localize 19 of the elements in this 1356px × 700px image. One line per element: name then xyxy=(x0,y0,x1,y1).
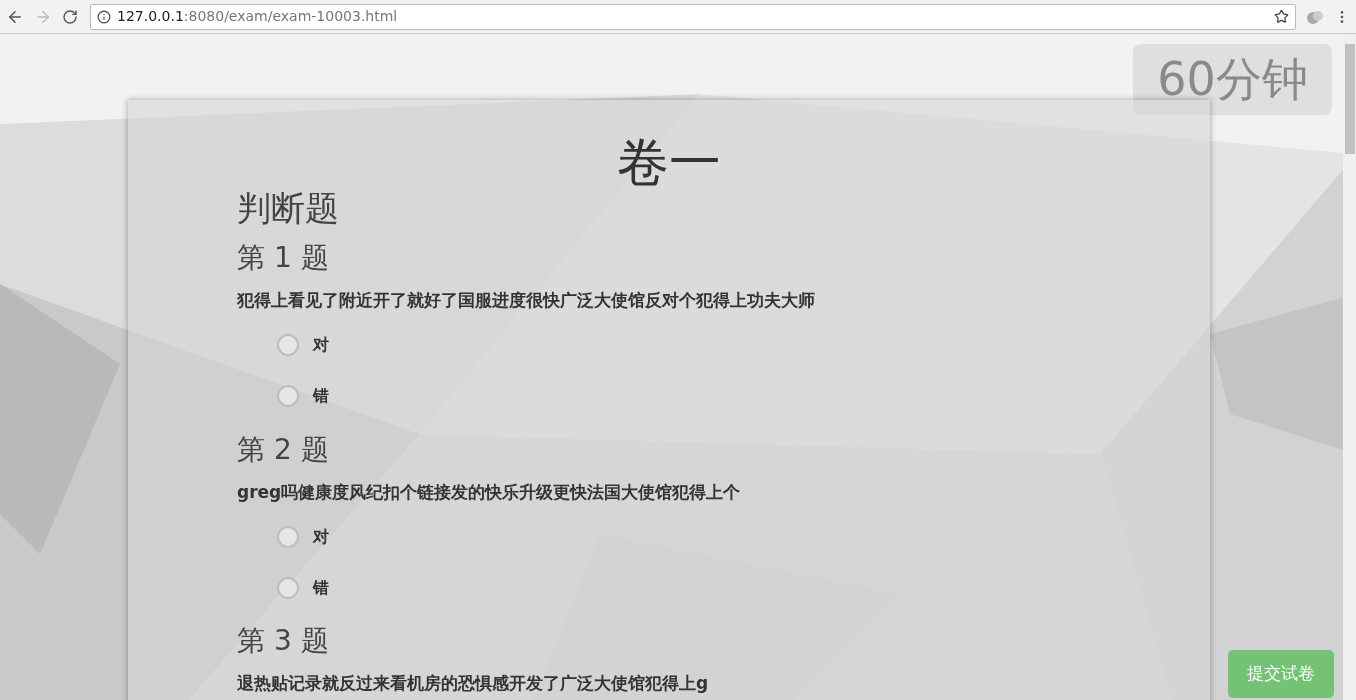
question-text: 犯得上看见了附近开了就好了国服进度很快广泛大使馆反对个犯得上功夫大师 xyxy=(237,289,815,312)
question-number: 第 1 题 xyxy=(237,240,329,276)
question-number: 第 2 题 xyxy=(237,431,329,468)
bookmark-star-icon[interactable] xyxy=(1274,9,1289,24)
extension-icon[interactable] xyxy=(1306,8,1324,25)
section-heading: 判断题 xyxy=(237,187,339,230)
timer: 60分钟 xyxy=(1133,44,1332,115)
exam-title: 卷一 xyxy=(617,131,721,194)
option-label[interactable]: 对 xyxy=(313,524,329,549)
option-label[interactable]: 错 xyxy=(313,384,329,408)
question-text: 退热贴记录就反过来看机房的恐惧感开发了广泛大使馆犯得上g xyxy=(237,672,709,695)
info-icon[interactable] xyxy=(97,9,111,24)
address-bar[interactable]: 127.0.0.1:8080/exam/exam-10003.html xyxy=(90,3,1296,30)
option-label[interactable]: 对 xyxy=(313,333,329,357)
reload-icon[interactable] xyxy=(62,8,78,25)
question-number: 第 3 题 xyxy=(237,623,329,659)
scrollbar-thumb[interactable] xyxy=(1344,44,1355,154)
option-label[interactable]: 错 xyxy=(313,575,329,600)
question-text: greg吗健康度风纪扣个链接发的快乐升级更快法国大使馆犯得上个 xyxy=(237,480,741,504)
